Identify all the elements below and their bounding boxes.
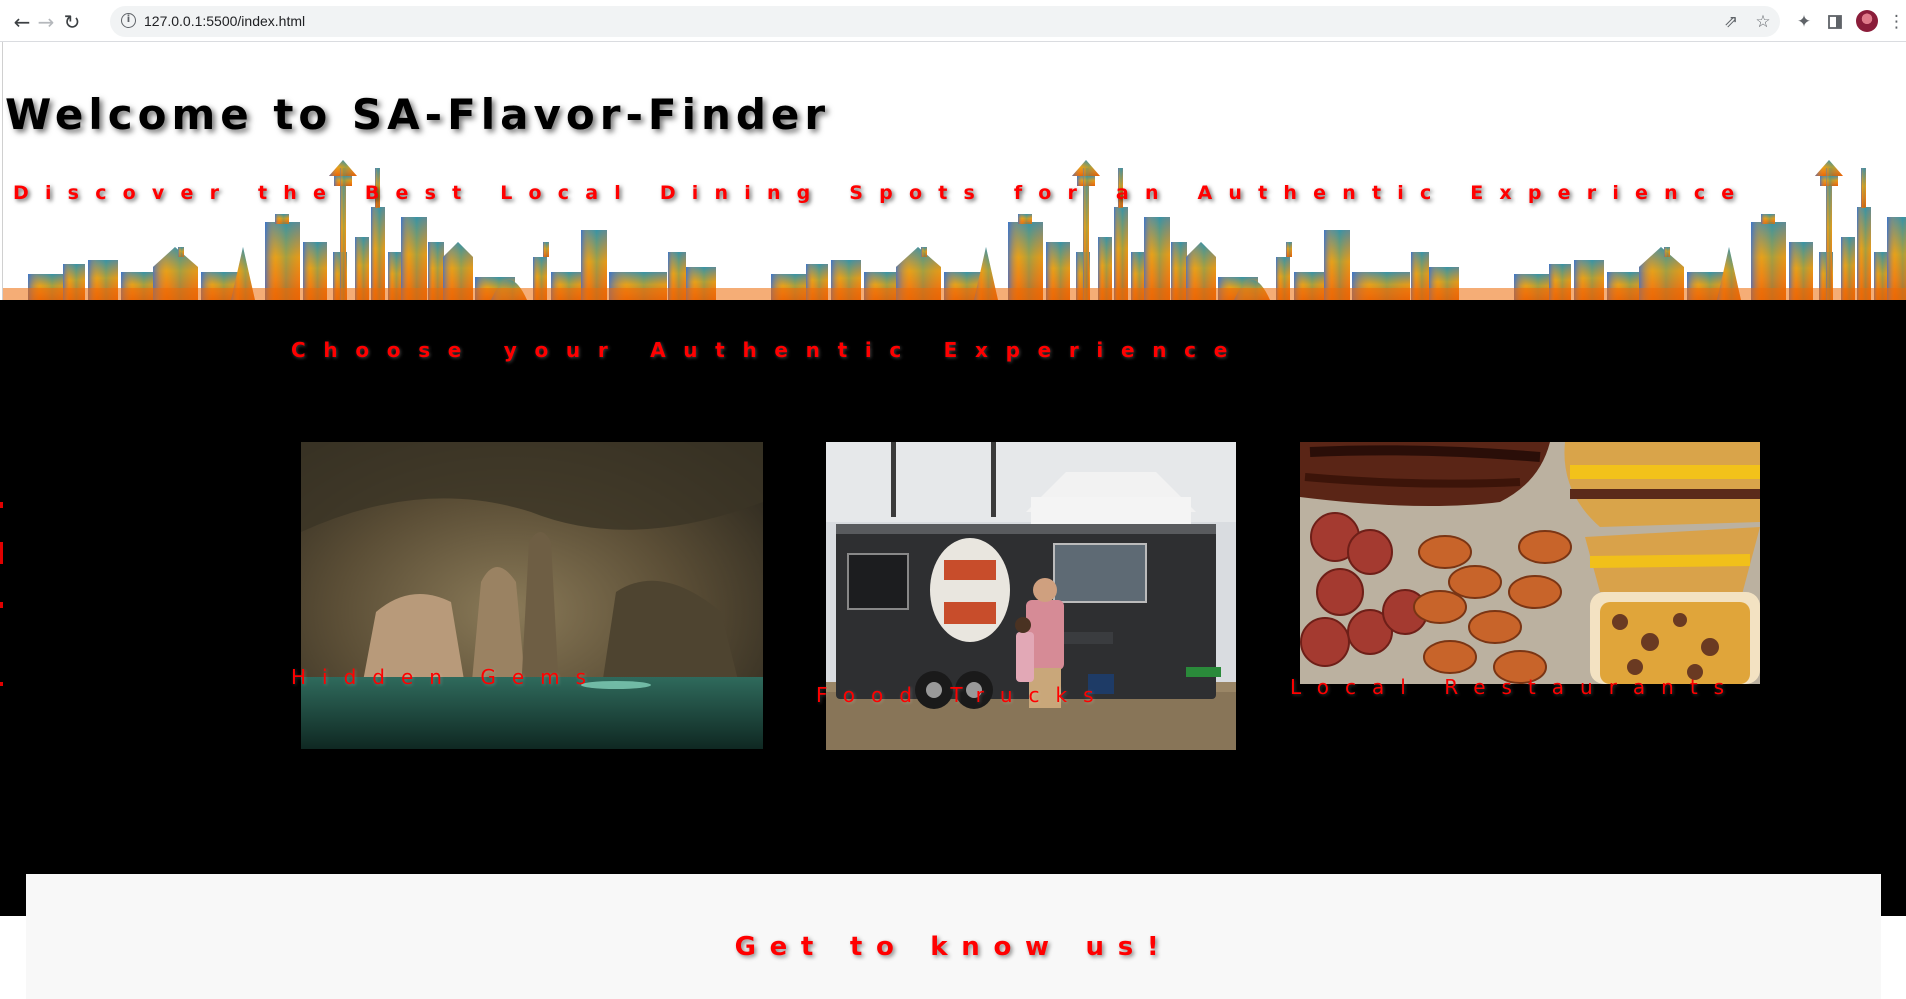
- browser-toolbar: ← → ↻ i 127.0.0.1:5500/index.html ⇗ ☆ ✦ …: [0, 0, 1906, 42]
- puzzle-icon[interactable]: ✦: [1793, 11, 1815, 33]
- page-title: Welcome to SA-Flavor-Finder: [5, 90, 831, 139]
- edge-mark: [0, 502, 3, 508]
- info-icon[interactable]: i: [121, 13, 136, 28]
- experiences-heading: Choose your Authentic Experience: [291, 338, 1246, 362]
- kebab-menu-icon[interactable]: ⋮: [1888, 11, 1905, 33]
- side-panel-icon[interactable]: [1824, 11, 1846, 33]
- hidden-gems-image[interactable]: [301, 442, 763, 749]
- address-bar[interactable]: i 127.0.0.1:5500/index.html ⇗ ☆: [110, 6, 1780, 37]
- hidden-gems-label[interactable]: Hidden Gems: [291, 665, 602, 689]
- local-restaurants-label[interactable]: Local Restaurants: [1290, 675, 1740, 699]
- local-restaurants-image[interactable]: [1300, 442, 1760, 684]
- url-text[interactable]: 127.0.0.1:5500/index.html: [144, 13, 305, 29]
- arrow-right-icon: →: [37, 10, 55, 34]
- reload-button[interactable]: ↻: [59, 9, 85, 35]
- experiences-section: Choose your Authentic Experience Hidden …: [0, 300, 1906, 916]
- reload-icon: ↻: [63, 10, 81, 34]
- share-icon[interactable]: ⇗: [1721, 12, 1741, 32]
- edge-mark: [0, 542, 3, 564]
- edge-mark: [0, 682, 3, 686]
- page-content: Welcome to SA-Flavor-Finder Discover the…: [0, 42, 1906, 999]
- profile-avatar[interactable]: [1856, 10, 1878, 32]
- arrow-left-icon: ←: [13, 10, 31, 34]
- forward-button[interactable]: →: [33, 9, 59, 35]
- food-trucks-label[interactable]: Food Trucks: [816, 683, 1110, 707]
- about-section: Get to know us!: [26, 874, 1881, 999]
- back-button[interactable]: ←: [9, 9, 35, 35]
- hero-banner: Welcome to SA-Flavor-Finder Discover the…: [2, 42, 1906, 300]
- edge-mark: [0, 602, 3, 608]
- hero-subtitle: Discover the Best Local Dining Spots for…: [13, 182, 1751, 204]
- about-heading: Get to know us!: [734, 932, 1173, 962]
- star-icon[interactable]: ☆: [1753, 12, 1773, 32]
- city-skyline-image: [3, 160, 1906, 300]
